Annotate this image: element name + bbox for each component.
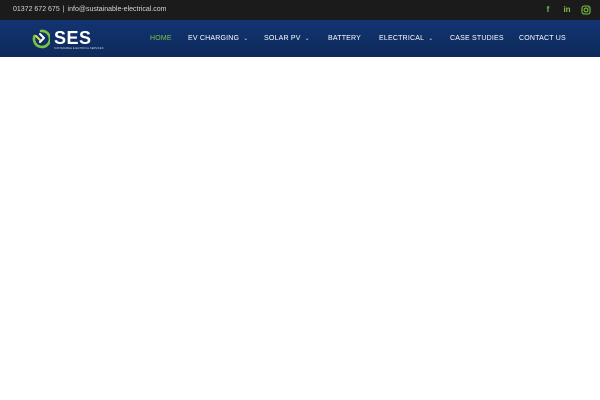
nav-solar-pv-label: SOLAR PV <box>264 35 301 42</box>
chevron-down-icon: ⌄ <box>304 36 310 42</box>
nav-ev-charging-label: EV CHARGING <box>188 35 240 42</box>
instagram-icon[interactable] <box>581 5 591 15</box>
phone-number[interactable]: 01372 672 675 <box>13 6 60 13</box>
contact-separator: | <box>62 6 65 13</box>
contact-info: 01372 672 675 | info@sustainable-electrica… <box>13 0 166 20</box>
email-link[interactable]: info@sustainable-electrical.com <box>68 6 167 13</box>
site-logo[interactable]: SES SUSTAINABLE ELECTRICAL SERVICES <box>32 27 103 51</box>
nav-contact-us-label: CONTACT US <box>519 35 566 42</box>
nav-home-label: HOME <box>150 35 172 42</box>
nav-solar-pv[interactable]: SOLAR PV ⌄ <box>264 20 310 57</box>
chevron-down-icon: ⌄ <box>243 36 249 42</box>
nav-case-studies-label: CASE STUDIES <box>450 35 504 42</box>
logo-text: SES <box>54 27 92 48</box>
top-bar: 01372 672 675 | info@sustainable-electrica… <box>0 0 600 20</box>
nav-home[interactable]: HOME <box>150 20 172 57</box>
nav-battery-label: BATTERY <box>328 35 362 42</box>
nav-electrical-label: ELECTRICAL <box>379 35 425 42</box>
nav-contact-us[interactable]: CONTACT US <box>519 20 566 57</box>
nav-ev-charging[interactable]: EV CHARGING ⌄ <box>188 20 248 57</box>
main-header: SES SUSTAINABLE ELECTRICAL SERVICES HOME… <box>0 20 600 57</box>
page-content <box>0 57 600 400</box>
logo-tagline: SUSTAINABLE ELECTRICAL SERVICES <box>54 46 104 50</box>
logo-mark-icon <box>32 29 50 49</box>
chevron-down-icon: ⌄ <box>428 36 434 42</box>
nav-case-studies[interactable]: CASE STUDIES <box>450 20 504 57</box>
nav-electrical[interactable]: ELECTRICAL ⌄ <box>379 20 433 57</box>
nav-battery[interactable]: BATTERY <box>328 20 361 57</box>
facebook-icon[interactable]: f <box>543 5 553 15</box>
linkedin-icon[interactable]: in <box>562 5 572 15</box>
social-links: f in <box>543 0 600 20</box>
logo-wordmark: SES SUSTAINABLE ELECTRICAL SERVICES <box>54 29 103 50</box>
